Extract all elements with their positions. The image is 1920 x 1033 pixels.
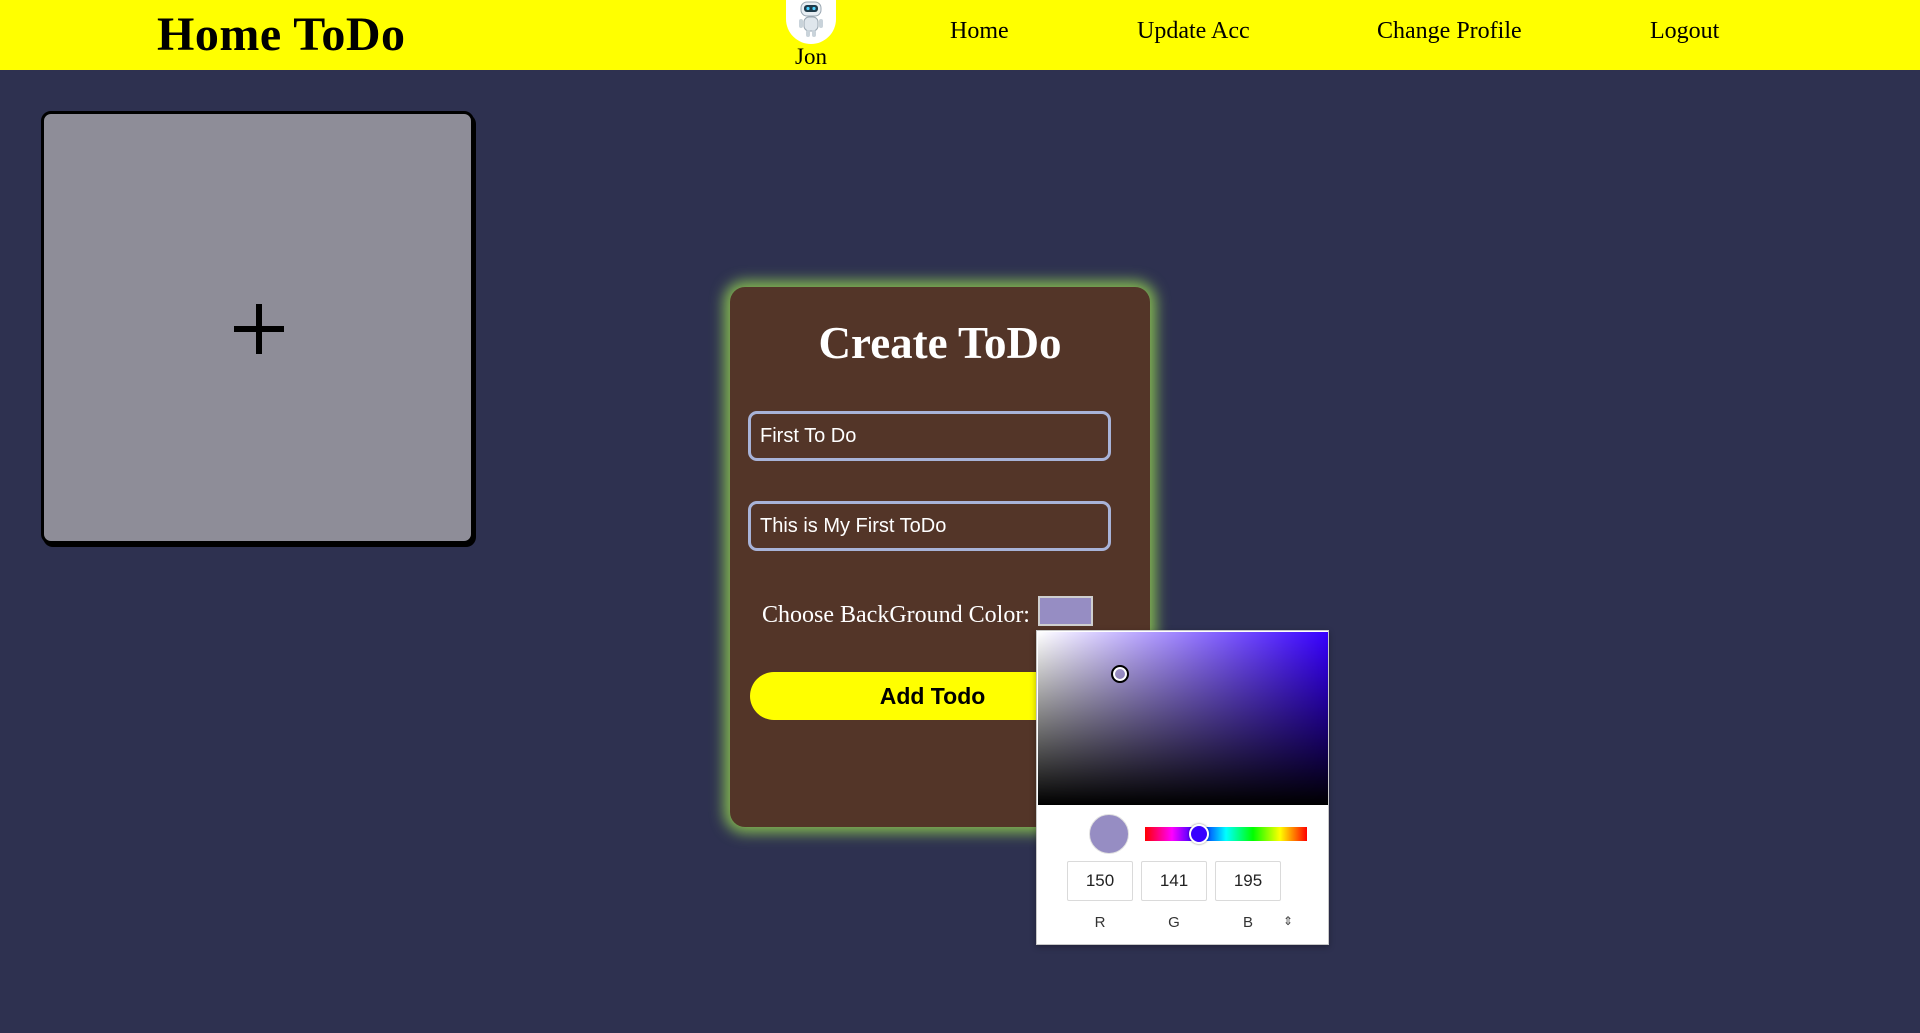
red-label: R [1094, 914, 1106, 931]
hue-slider[interactable] [1145, 824, 1307, 844]
robot-icon [799, 1, 823, 37]
username: Jon [795, 44, 827, 69]
green-label: G [1168, 914, 1180, 931]
todo-description-input[interactable] [748, 501, 1111, 551]
red-input[interactable] [1067, 861, 1133, 901]
color-preview [1089, 814, 1129, 854]
blue-input[interactable] [1215, 861, 1281, 901]
hue-handle[interactable] [1189, 824, 1209, 844]
app-title: Home ToDo [157, 8, 406, 61]
mode-toggle-icon[interactable]: ⇕ [1283, 914, 1293, 928]
navbar: Home ToDo Jon Home Update Acc Change Pro… [0, 0, 1920, 70]
nav-home[interactable]: Home [950, 18, 1009, 45]
blue-label: B [1242, 914, 1253, 931]
nav-change-profile[interactable]: Change Profile [1377, 18, 1522, 45]
avatar[interactable] [786, 0, 836, 44]
nav-update-acc[interactable]: Update Acc [1137, 18, 1250, 45]
saturation-area[interactable] [1038, 632, 1328, 805]
add-todo-card[interactable] [41, 111, 474, 544]
create-todo-title: Create ToDo [818, 318, 1062, 368]
green-input[interactable] [1141, 861, 1207, 901]
nav-logout[interactable]: Logout [1650, 18, 1719, 45]
todo-title-input[interactable] [748, 411, 1111, 461]
color-picker-popup: R G B ⇕ [1036, 630, 1329, 945]
user-profile[interactable]: Jon [786, 0, 836, 69]
color-swatch-input[interactable] [1038, 596, 1093, 626]
color-label: Choose BackGround Color: [762, 602, 1030, 628]
saturation-handle[interactable] [1111, 665, 1129, 683]
plus-icon [234, 304, 284, 354]
